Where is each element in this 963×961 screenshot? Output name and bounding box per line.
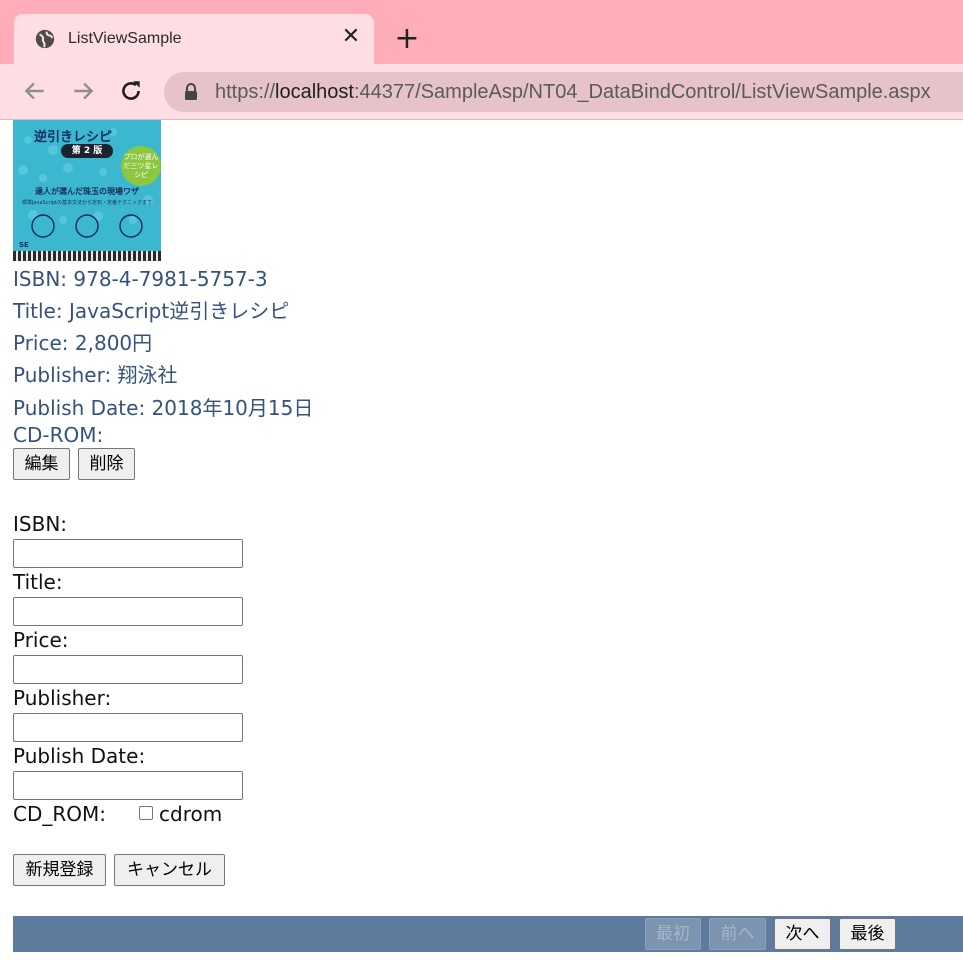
data-pager: 最初 前へ 次へ 最後 xyxy=(13,916,963,952)
cover-subtagline: 標準JavaScriptの基本文法から定石・定番テクニックまで xyxy=(21,200,153,206)
book-publisher: Publisher: 翔泳社 xyxy=(13,363,178,387)
cover-badge: プロが選んだ三ツ星レシピ xyxy=(121,146,161,186)
price-input[interactable] xyxy=(13,655,243,684)
cdrom-checkbox[interactable] xyxy=(139,806,153,820)
url-host: localhost xyxy=(275,81,354,103)
isbn-label: ISBN: xyxy=(13,512,68,536)
cover-barcode-strip xyxy=(13,251,161,261)
insert-button[interactable]: 新規登録 xyxy=(13,854,106,886)
title-input[interactable] xyxy=(13,597,243,626)
publisher-input[interactable] xyxy=(13,713,243,742)
cdrom-checkbox-label[interactable]: cdrom xyxy=(159,802,222,826)
cover-title: 逆引きレシピ xyxy=(33,130,112,145)
book-title: Title: JavaScript逆引きレシピ xyxy=(13,299,290,323)
lock-icon[interactable] xyxy=(184,83,198,101)
book-cover-image: SE 逆引きレシピ 第 2 版 プロが選んだ三ツ星レシピ 達人が選んだ珠玉の現場… xyxy=(13,120,161,261)
back-arrow-icon[interactable] xyxy=(22,78,48,104)
edit-button[interactable]: 編集 xyxy=(13,448,70,480)
reload-icon[interactable] xyxy=(118,78,144,104)
pager-prev-button[interactable]: 前へ xyxy=(709,918,766,950)
price-label: Price: xyxy=(13,628,69,652)
cover-edition: 第 2 版 xyxy=(61,144,113,158)
pager-first-button[interactable]: 最初 xyxy=(645,918,701,950)
cdrom-label: CD_ROM: xyxy=(13,802,106,826)
publish-date-label: Publish Date: xyxy=(13,744,146,768)
publish-date-input[interactable] xyxy=(13,771,243,800)
browser-tab-strip: ListViewSample ✕ + xyxy=(0,0,963,64)
pager-next-button[interactable]: 次へ xyxy=(774,918,831,950)
url-path: :44377/SampleAsp/NT04_DataBindControl/Li… xyxy=(353,81,931,103)
browser-toolbar: https://localhost:44377/SampleAsp/NT04_D… xyxy=(0,64,963,119)
book-publish-date: Publish Date: 2018年10月15日 xyxy=(13,396,314,420)
url-text: https://localhost:44377/SampleAsp/NT04_D… xyxy=(215,81,931,104)
new-tab-button[interactable]: + xyxy=(392,24,422,54)
pager-last-button[interactable]: 最後 xyxy=(839,918,896,950)
forward-arrow-icon[interactable] xyxy=(70,78,96,104)
browser-tab[interactable]: ListViewSample ✕ xyxy=(14,14,374,64)
cancel-button[interactable]: キャンセル xyxy=(114,854,225,886)
isbn-input[interactable] xyxy=(13,539,243,568)
tab-title: ListViewSample xyxy=(68,30,182,47)
svg-text:SE: SE xyxy=(19,241,29,249)
close-icon[interactable]: ✕ xyxy=(340,26,362,48)
publisher-label: Publisher: xyxy=(13,686,112,710)
page-content: SE 逆引きレシピ 第 2 版 プロが選んだ三ツ星レシピ 達人が選んだ珠玉の現場… xyxy=(0,120,963,961)
cover-badge-text: プロが選んだ三ツ星レシピ xyxy=(123,152,159,179)
book-price: Price: 2,800円 xyxy=(13,331,153,355)
book-cdrom: CD-ROM: xyxy=(13,423,104,447)
cover-tagline: 達人が選んだ珠玉の現場ワザ xyxy=(35,187,139,196)
globe-icon xyxy=(35,29,55,49)
delete-button[interactable]: 削除 xyxy=(78,448,135,480)
url-scheme: https:// xyxy=(215,81,276,103)
title-label: Title: xyxy=(13,570,63,594)
address-bar[interactable]: https://localhost:44377/SampleAsp/NT04_D… xyxy=(164,72,963,112)
book-isbn: ISBN: 978-4-7981-5757-3 xyxy=(13,267,268,291)
